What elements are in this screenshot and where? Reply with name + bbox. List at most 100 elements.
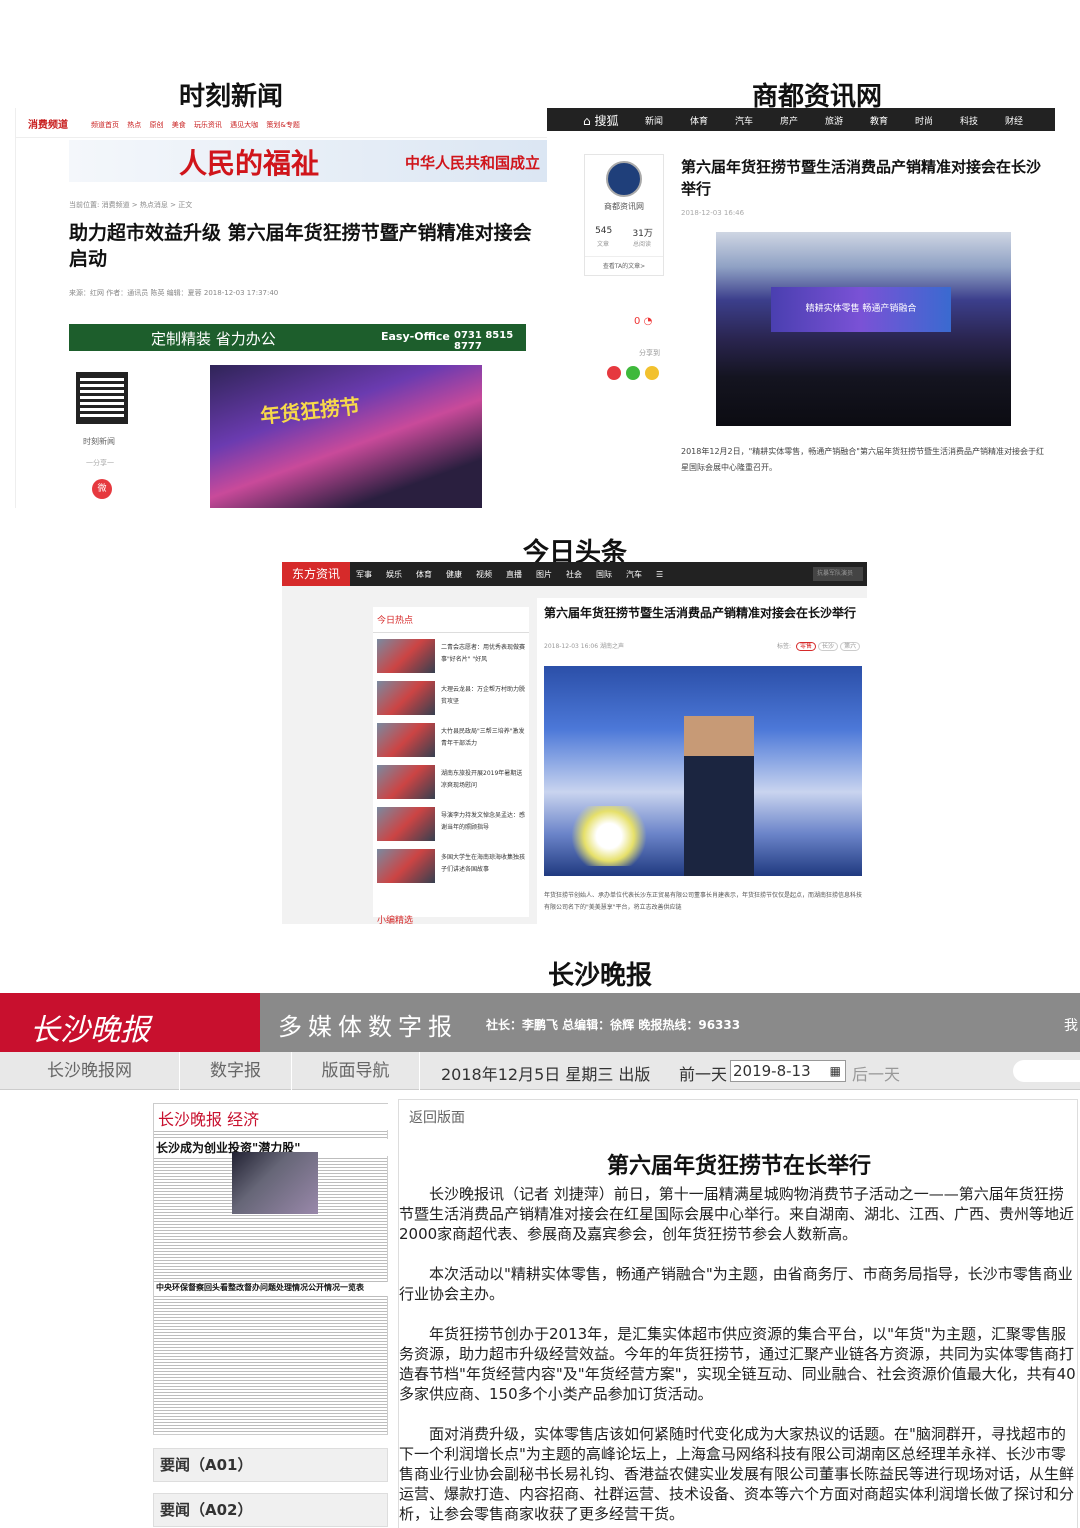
weibo-share-icon[interactable]: 微: [92, 479, 112, 499]
hot-item[interactable]: 导演李力持发文悼念吴孟达：感谢当年的照顾指导: [377, 807, 527, 841]
nav-item[interactable]: 国际: [596, 569, 626, 580]
nav-digital[interactable]: 数字报: [180, 1052, 292, 1090]
nav-item[interactable]: 美食: [172, 121, 186, 129]
nav-item[interactable]: 新闻: [645, 114, 690, 127]
wechat-icon[interactable]: [626, 366, 640, 380]
nav-item[interactable]: 体育: [690, 114, 735, 127]
nav-layout[interactable]: 版面导航: [292, 1052, 420, 1090]
paper-logo[interactable]: 长沙晚报: [0, 993, 260, 1052]
date-input[interactable]: 2019-8-13 ▦: [730, 1060, 846, 1082]
nav-item[interactable]: 财经: [1005, 114, 1050, 127]
author-name[interactable]: 商都资讯网: [585, 201, 663, 212]
navigation-bar: 长沙晚报网 数字报 版面导航 2018年12月5日 星期三 出版 前一天 201…: [0, 1052, 1080, 1090]
thumbnail: [377, 681, 435, 715]
anniversary-banner[interactable]: 人民的福祉 中华人民共和国成立: [69, 140, 548, 182]
share-buttons: [607, 366, 659, 380]
ad-brand: Easy-Office: [381, 330, 450, 343]
nav-item[interactable]: 遇见大咖: [230, 121, 258, 129]
comment-count[interactable]: 0 ◔: [634, 316, 652, 327]
nav-item[interactable]: 图片: [536, 569, 566, 580]
thumbnail: [377, 723, 435, 757]
channel-nav: 频道首页 热点 原创 美食 玩乐资讯 遇见大咖 策划&专题: [91, 120, 306, 130]
nav-website[interactable]: 长沙晚报网: [0, 1052, 180, 1090]
flowers: [554, 806, 664, 866]
conference-photo: 精耕实体零售 畅通产销融合: [716, 232, 1011, 426]
edition-link[interactable]: 要闻（A01）: [153, 1448, 388, 1482]
nav-item[interactable]: 直播: [506, 569, 536, 580]
nav-item[interactable]: 汽车: [735, 114, 780, 127]
sohu-logo[interactable]: ⌂ 搜狐: [583, 112, 618, 129]
article-body: 年货狂捞节创始人、承办单位代表长沙东正贸易有限公司董事长肖建表示，年货狂捞节仅仅…: [544, 892, 863, 911]
avatar[interactable]: [606, 161, 642, 197]
hot-item[interactable]: 二青会志愿者：用优秀表现做赛事"好名片" "好风: [377, 639, 527, 673]
nav-item[interactable]: 频道首页: [91, 121, 119, 129]
tag[interactable]: 长沙: [818, 642, 839, 651]
nav-item[interactable]: 房产: [780, 114, 825, 127]
thumbnail: [377, 765, 435, 799]
calendar-icon: ▦: [829, 1064, 841, 1078]
page-thumbnail[interactable]: 长沙晚报 经济 长沙成为创业投资"潜力股" 中央环保督察回头看整改督办问题处理情…: [153, 1103, 389, 1435]
read-count-label: 总阅读: [632, 241, 651, 248]
nav-item[interactable]: 社会: [566, 569, 596, 580]
hot-item[interactable]: 大理云龙县：万企帮万村助力脱贫攻坚: [377, 681, 527, 715]
search-input[interactable]: 抗暴军队演员: [813, 567, 863, 581]
page-photo: [232, 1152, 318, 1214]
speaker: [684, 716, 754, 876]
photo-caption: 2018年12月2日，"精耕实体零售，畅通产销融合"第六届年货狂捞节暨生活消费品…: [681, 447, 1044, 472]
hot-item[interactable]: 湖南东旅投开展2019年暑期送凉爽现场慰问: [377, 765, 527, 799]
tag[interactable]: 零售: [796, 642, 817, 651]
epaper-header: 长沙晚报 多媒体数字报 社长：李鹏飞 总编辑：徐辉 晚报热线：96333 我: [0, 993, 1080, 1052]
hot-header: 今日热点: [373, 607, 529, 633]
tag[interactable]: 第六: [840, 642, 861, 651]
shangdu-news-screenshot: ⌂ 搜狐 新闻 体育 汽车 房产 旅游 教育 时尚 科技 财经 商都资讯网 545 31万 文章…: [547, 108, 1055, 508]
nav-item[interactable]: 汽车: [626, 569, 656, 580]
article-paragraph: 本次活动以"精耕实体零售，畅通产销融合"为主题，由省商务厅、市商务局指导，长沙市…: [399, 1265, 1073, 1303]
share-label: 分享到: [639, 349, 660, 357]
nav-item[interactable]: 教育: [870, 114, 915, 127]
event-gate-photo: 年货狂捞节: [210, 365, 482, 508]
hot-item[interactable]: 多国大学生在海南琼海收集独孩子们讲述各国故事: [377, 849, 527, 883]
speaker-photo: [544, 666, 862, 876]
thumbnail: [377, 849, 435, 883]
tag-list: 标签: 零售 长沙 第六: [772, 641, 861, 651]
sohu-nav: ⌂ 搜狐 新闻 体育 汽车 房产 旅游 教育 时尚 科技 财经: [547, 108, 1055, 131]
qzone-icon[interactable]: [645, 366, 659, 380]
site-logo[interactable]: 消费频道: [28, 116, 68, 131]
stage-screen: 精耕实体零售 畅通产销融合: [771, 287, 951, 332]
menu-icon[interactable]: ☰: [656, 570, 686, 579]
qr-label: 时刻新闻: [83, 437, 115, 446]
view-articles-link[interactable]: 查看TA的文章>: [585, 256, 663, 270]
nav-item[interactable]: 旅游: [825, 114, 870, 127]
site-logo[interactable]: 东方资讯: [282, 562, 350, 586]
weibo-icon[interactable]: [607, 366, 621, 380]
nav-item[interactable]: 科技: [960, 114, 1005, 127]
nav-item[interactable]: 热点: [127, 121, 141, 129]
nav-item[interactable]: 视频: [476, 569, 506, 580]
article-meta: 2018-12-03 16:06 湖南之声: [544, 643, 624, 650]
nav-item[interactable]: 军事: [356, 569, 386, 580]
prev-day-button[interactable]: 前一天: [679, 1061, 727, 1085]
article-count-label: 文章: [596, 241, 609, 248]
banner-subtitle: 中华人民共和国成立: [405, 154, 541, 172]
article-paragraph: 长沙晚报讯（记者 刘捷萍）前日，第十一届精满星城购物消费节子活动之一——第六届年…: [399, 1185, 1075, 1243]
office-ad-banner[interactable]: 定制精装 省力办公 Easy-Office 0731 8515 8777: [69, 324, 526, 352]
edition-link[interactable]: 要闻（A02）: [153, 1493, 388, 1527]
nav-item[interactable]: 娱乐: [386, 569, 416, 580]
nav-item[interactable]: 时尚: [915, 114, 960, 127]
digital-edition-title: 多媒体数字报: [278, 1013, 458, 1041]
issue-date: 2018年12月5日 星期三 出版: [441, 1065, 651, 1084]
next-day-button[interactable]: 后一天: [852, 1061, 900, 1085]
nav-item[interactable]: 策划&专题: [266, 121, 299, 129]
nav-item[interactable]: 玩乐资讯: [194, 121, 222, 129]
search-input[interactable]: [1013, 1060, 1080, 1082]
nav-item[interactable]: 体育: [416, 569, 446, 580]
hot-item[interactable]: 大竹县民政局"三帮三培养"激发青年干部活力: [377, 723, 527, 757]
nav-item[interactable]: 健康: [446, 569, 476, 580]
article-meta: 来源：红网 作者：通讯员 陈英 编辑：夏蓉 2018-12-03 17:37:4…: [69, 289, 279, 297]
back-to-page-link[interactable]: 返回版面: [409, 1107, 465, 1127]
masthead-info: 社长：李鹏飞 总编辑：徐辉 晚报热线：96333: [486, 1018, 741, 1032]
tags-label: 标签:: [777, 643, 792, 650]
nav-item[interactable]: 原创: [149, 121, 163, 129]
page-subheadline: 中央环保督察回头看整改督办问题处理情况公开情况一览表: [154, 1282, 389, 1296]
article-title: 第六届年货狂捞节暨生活消费品产销精准对接会在长沙举行: [544, 606, 857, 620]
